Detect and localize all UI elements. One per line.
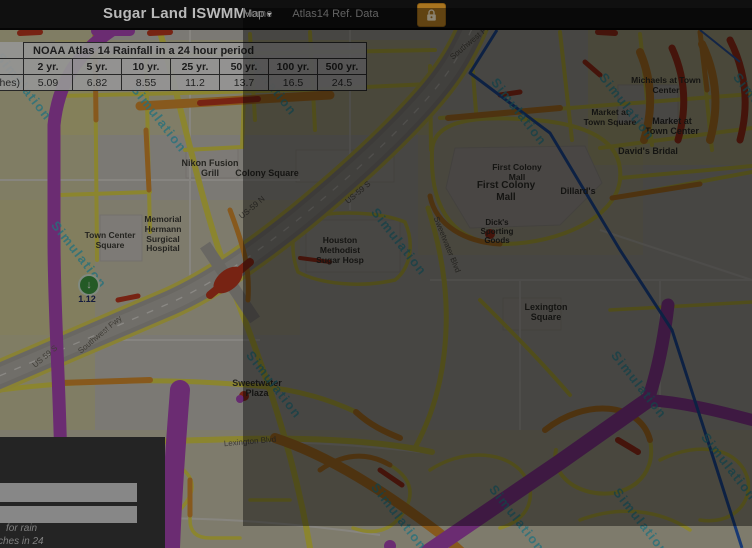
rainfall-value: 24.5 — [318, 75, 367, 91]
rainfall-col-header: 2 yr. — [24, 59, 73, 75]
page-title: Sugar Land ISWMM — [103, 5, 246, 22]
down-arrow-marker[interactable]: ↓ — [78, 274, 100, 296]
rainfall-table: NOAA Atlas 14 Rainfall in a 24 hour peri… — [0, 42, 367, 91]
app-window: Sugar Land ISWMM Home Map▾ Atlas14 Ref. … — [0, 0, 752, 548]
dicks-flood-blob — [485, 229, 495, 239]
simulation-input-2[interactable] — [0, 506, 137, 523]
rainfall-value: 16.5 — [269, 75, 318, 91]
panel-text-fragment-2: ches in 24 — [0, 536, 44, 547]
simulation-panel: for rain ches in 24 — [0, 437, 165, 548]
rainfall-col-header: 10 yr. — [122, 59, 171, 75]
rainfall-col-header: 25 yr. — [171, 59, 220, 75]
rainfall-row-label: (inches) — [0, 75, 24, 91]
rainfall-table-title-row: NOAA Atlas 14 Rainfall in a 24 hour peri… — [0, 43, 367, 59]
rainfall-value: 6.82 — [73, 75, 122, 91]
main-nav: Home Map▾ Atlas14 Ref. Data — [243, 8, 379, 20]
rainfall-value: 13.7 — [220, 75, 269, 91]
rainfall-value: 5.09 — [24, 75, 73, 91]
lock-button[interactable] — [417, 3, 446, 27]
simulation-input-1[interactable] — [0, 483, 137, 502]
lock-icon — [425, 9, 438, 22]
marker-value: 1.12 — [78, 294, 96, 304]
panel-text-fragment-1: for rain — [6, 523, 37, 534]
map-canvas[interactable]: SimulationSimulationSimulationSimulation… — [0, 30, 752, 548]
nav-item-home[interactable]: Home — [243, 8, 272, 20]
rainfall-value: 11.2 — [171, 75, 220, 91]
rainfall-table-value-row: (inches) 5.096.828.5511.213.716.524.5 — [0, 75, 367, 91]
rainfall-col-header: 5 yr. — [73, 59, 122, 75]
sweetwater-flood-blob2 — [236, 395, 244, 403]
rainfall-value: 8.55 — [122, 75, 171, 91]
rainfall-table-title: NOAA Atlas 14 Rainfall in a 24 hour peri… — [24, 43, 367, 59]
rainfall-col-header: 50 yr. — [220, 59, 269, 75]
header-bar: Sugar Land ISWMM Home Map▾ Atlas14 Ref. … — [0, 0, 752, 30]
nav-item-atlas14-ref-data[interactable]: Atlas14 Ref. Data — [292, 8, 378, 20]
rainfall-col-header: 500 yr. — [318, 59, 367, 75]
rainfall-col-header: 100 yr. — [269, 59, 318, 75]
rainfall-table-header-row: 2 yr.5 yr.10 yr.25 yr.50 yr.100 yr.500 y… — [0, 59, 367, 75]
